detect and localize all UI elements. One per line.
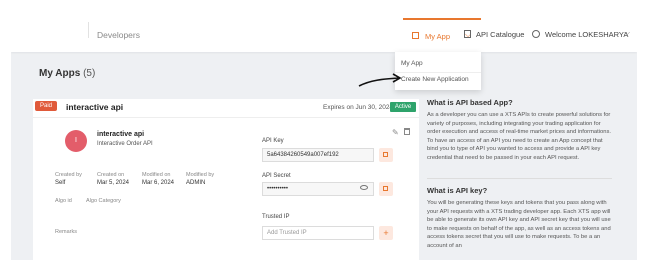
dropdown-item-create-new-application[interactable]: Create New Application [401, 76, 469, 83]
user-icon [532, 30, 540, 38]
nav-user-label: Welcome LOKESHARYA [545, 30, 629, 39]
trash-icon[interactable] [404, 128, 410, 135]
modified-by-label: Modified by [186, 172, 215, 178]
calendar-icon [464, 30, 471, 38]
info-paragraph-api-key: You will be generating these keys and to… [427, 200, 611, 249]
nav-api-catalogue-label: API Catalogue [476, 30, 525, 39]
app-description: Interactive Order API [97, 141, 153, 147]
brand-divider [88, 22, 89, 38]
info-divider [427, 178, 612, 179]
paid-badge: Paid [35, 101, 57, 111]
trusted-ip-label: Trusted IP [262, 214, 290, 220]
annotation-arrow-icon [358, 73, 402, 87]
copy-api-secret-button[interactable] [379, 182, 393, 196]
avatar: I [65, 130, 87, 152]
status-badge: Active [390, 102, 416, 112]
add-trusted-ip-button[interactable]: + [379, 226, 393, 240]
copy-icon [383, 152, 388, 157]
dropdown-item-my-app[interactable]: My App [401, 60, 423, 67]
api-secret-label: API Secret [262, 173, 291, 179]
info-heading-api-key: What is API key? [427, 186, 488, 195]
algo-id-label: Algo id [55, 198, 72, 204]
created-by-label: Created by [55, 172, 82, 178]
page-title-text: My Apps [39, 68, 81, 79]
modified-by-value: ADMIN [186, 180, 206, 186]
expiry-text: Expires on Jun 30, 2024 [323, 104, 394, 111]
copy-icon [383, 186, 388, 191]
copy-api-key-button[interactable] [379, 148, 393, 162]
dropdown-divider [395, 72, 481, 73]
brand-label: Developers [97, 30, 140, 40]
created-on-value: Mar 5, 2024 [97, 180, 130, 186]
edit-icon[interactable]: ✎ [392, 128, 399, 137]
app-frame: Developers My App ⌵ API Catalogue Welcom… [11, 0, 637, 260]
created-by-value: Self [55, 180, 66, 186]
eye-icon[interactable] [360, 185, 368, 190]
chevron-down-icon: ⌵ [624, 28, 631, 37]
top-nav-bar: Developers My App ⌵ API Catalogue Welcom… [11, 0, 637, 52]
my-app-dropdown: My App Create New Application [395, 52, 481, 90]
page-title: My Apps (5) [39, 68, 95, 79]
modified-on-value: Mar 6, 2024 [142, 180, 175, 186]
api-key-label: API Key [262, 138, 284, 144]
app-card-name: interactive api [66, 102, 124, 112]
remarks-label: Remarks [55, 229, 78, 235]
api-secret-field[interactable]: •••••••••• [262, 182, 374, 196]
grid-icon [412, 32, 419, 39]
card-divider [33, 117, 419, 118]
api-key-field[interactable]: 5a64384260549a007ef192 [262, 148, 374, 162]
trusted-ip-input[interactable]: Add Trusted IP [262, 226, 374, 240]
info-heading-api-app: What is API based App? [427, 98, 513, 107]
app-title: interactive api [97, 131, 145, 138]
created-on-label: Created on [97, 172, 125, 178]
modified-on-label: Modified on [142, 172, 171, 178]
info-paragraph-api-app: As a developer you can use a XTS APIs to… [427, 112, 611, 161]
algo-category-label: Algo Category [86, 198, 121, 204]
nav-my-app-label: My App [425, 32, 451, 41]
app-count: (5) [83, 68, 96, 79]
